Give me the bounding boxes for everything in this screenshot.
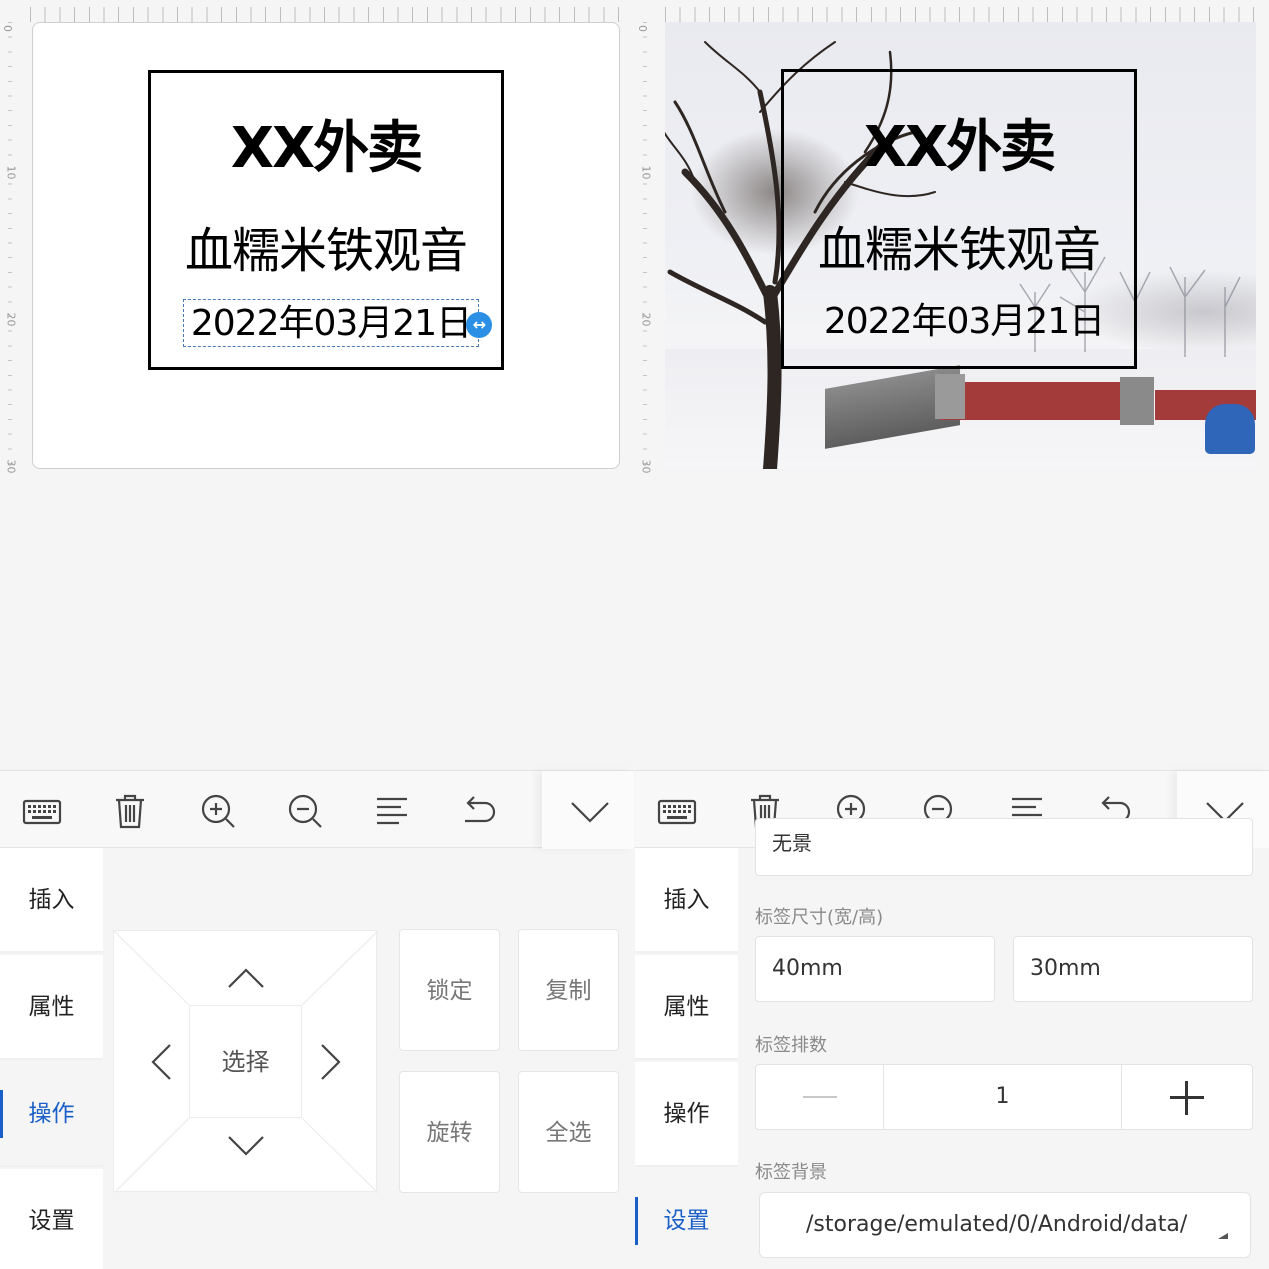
move-right-button[interactable] (310, 1042, 350, 1082)
background-path-input[interactable]: /storage/emulated/0/Android/data/ (759, 1192, 1251, 1258)
move-up-button[interactable] (226, 959, 266, 999)
ruler-tick-label: 20 (4, 312, 18, 327)
horizontal-ruler (30, 7, 624, 22)
decrement-button[interactable] (756, 1065, 884, 1129)
lock-button[interactable]: 锁定 (399, 929, 500, 1051)
nav-item-operate[interactable]: 操作 (0, 1062, 103, 1167)
chevron-right-icon (321, 1044, 341, 1080)
editor-panel-settings: 0 10 20 30 XX外卖 血糯米铁观音 2022年03月21日 插入 属性… (635, 0, 1269, 1269)
label-date-value: 2022年03月21日 (190, 303, 472, 344)
label-product-text[interactable]: 血糯米铁观音 (784, 210, 1134, 280)
nav-item-settings[interactable]: 设置 (0, 1169, 103, 1269)
background-label: 标签背景 (755, 1162, 827, 1183)
select-all-button[interactable]: 全选 (518, 1071, 619, 1193)
ruler-tick-label: 0 (1, 25, 14, 32)
keyboard-icon[interactable] (20, 789, 64, 833)
copy-button[interactable]: 复制 (518, 929, 619, 1051)
horizontal-ruler (665, 7, 1259, 22)
count-label: 标签排数 (755, 1035, 827, 1056)
vertical-ruler (8, 22, 12, 472)
label-title-text[interactable]: XX外卖 (784, 102, 1134, 183)
nav-item-operate[interactable]: 操作 (635, 1062, 738, 1167)
move-down-button[interactable] (226, 1125, 266, 1165)
chevron-left-icon (151, 1044, 171, 1080)
nav-item-settings[interactable]: 设置 (635, 1169, 738, 1269)
collapse-panel-button[interactable] (542, 771, 634, 849)
nav-item-properties[interactable]: 属性 (635, 955, 738, 1060)
count-stepper: 1 (755, 1064, 1253, 1130)
rotate-button[interactable]: 旋转 (399, 1071, 500, 1193)
label-title-text[interactable]: XX外卖 (151, 103, 501, 184)
vertical-ruler (643, 22, 647, 472)
settings-form: 无景 标签尺寸(宽/高) 40mm 30mm 标签排数 1 标签背景 /stor… (738, 818, 1269, 1269)
ruler-tick-label: 0 (636, 25, 649, 32)
label-date-text-selected[interactable]: 2022年03月21日 ↔ (183, 299, 492, 347)
select-button[interactable]: 选择 (189, 1005, 302, 1118)
label-product-text[interactable]: 血糯米铁观音 (151, 211, 501, 281)
ruler-tick-label: 30 (639, 459, 653, 474)
ruler-tick-label: 30 (4, 459, 18, 474)
move-left-button[interactable] (142, 1042, 182, 1082)
side-nav: 插入 属性 操作 设置 (0, 848, 103, 1269)
editor-panel-operate: 0 10 20 30 XX外卖 血糯米铁观音 2022年03月21日 ↔ 插入 … (0, 0, 634, 1269)
count-value[interactable]: 1 (884, 1065, 1122, 1129)
side-nav: 插入 属性 操作 设置 (635, 848, 738, 1269)
undo-icon[interactable] (457, 789, 501, 833)
increment-button[interactable] (1122, 1065, 1252, 1129)
ruler-tick-label: 20 (639, 312, 653, 327)
zoom-in-icon[interactable] (196, 789, 240, 833)
label-canvas[interactable]: XX外卖 血糯米铁观音 2022年03月21日 ↔ (32, 22, 620, 469)
direction-pad: 选择 (113, 930, 378, 1193)
label-date-text[interactable]: 2022年03月21日 (816, 298, 1112, 346)
bottom-toolbar (0, 770, 634, 849)
delete-icon[interactable] (108, 789, 152, 833)
nav-item-properties[interactable]: 属性 (0, 955, 103, 1060)
label-border-rect[interactable]: XX外卖 血糯米铁观音 2022年03月21日 ↔ (148, 70, 504, 370)
chevron-up-icon (228, 968, 264, 988)
label-border-rect[interactable]: XX外卖 血糯米铁观音 2022年03月21日 (781, 69, 1137, 369)
ruler-tick-label: 10 (639, 165, 653, 180)
zoom-out-icon[interactable] (283, 789, 327, 833)
label-canvas-with-background[interactable]: XX外卖 血糯米铁观音 2022年03月21日 (665, 22, 1256, 469)
label-name-value: 无景 (772, 831, 812, 855)
chevron-down-icon (228, 1136, 264, 1156)
height-input[interactable]: 30mm (1013, 936, 1253, 1002)
keyboard-icon[interactable] (655, 789, 699, 833)
nav-item-insert[interactable]: 插入 (635, 848, 738, 953)
nav-item-insert[interactable]: 插入 (0, 848, 103, 953)
ruler-tick-label: 10 (4, 165, 18, 180)
size-label: 标签尺寸(宽/高) (755, 907, 884, 928)
width-input[interactable]: 40mm (755, 936, 995, 1002)
resize-handle-icon[interactable]: ↔ (466, 312, 492, 338)
collapse-chevron-icon (571, 802, 609, 823)
label-name-field[interactable]: 无景 (755, 818, 1253, 876)
align-icon[interactable] (370, 789, 414, 833)
